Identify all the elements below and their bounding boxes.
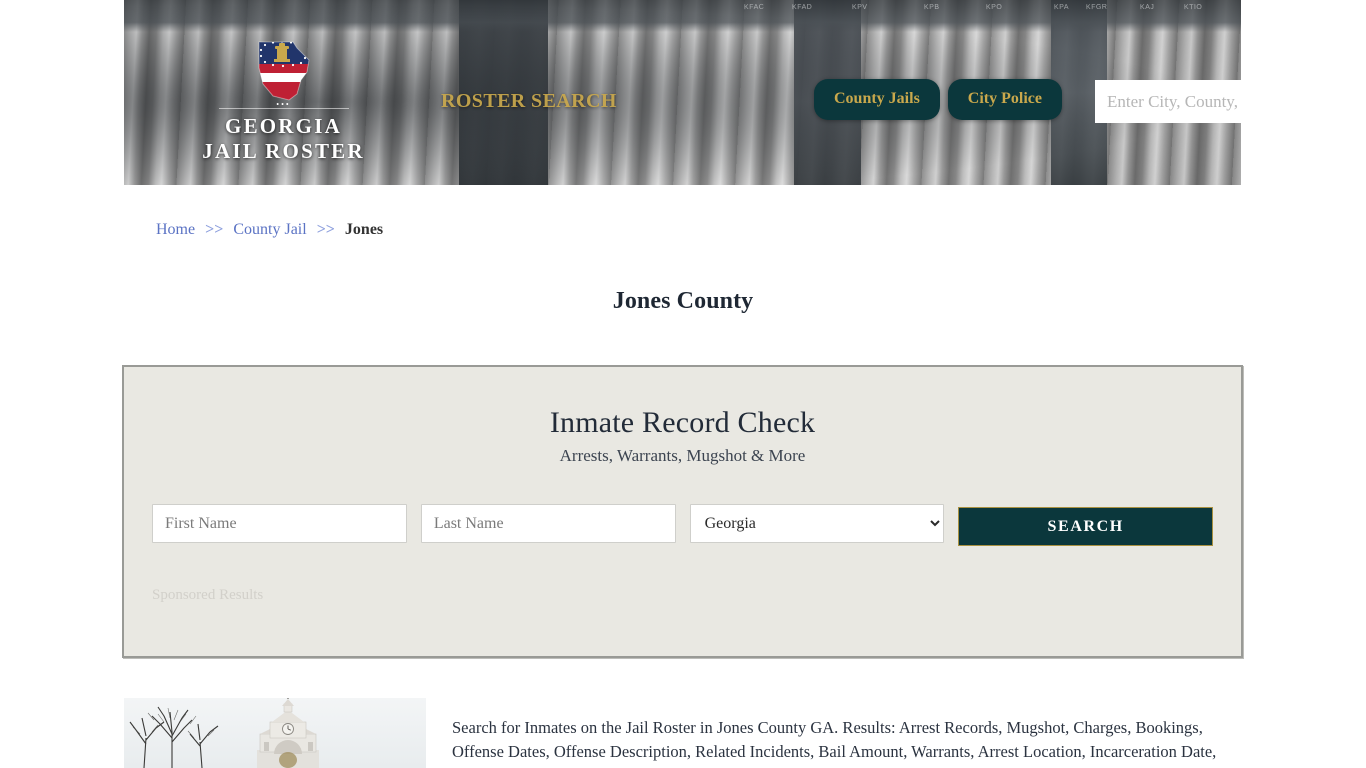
courthouse-illustration [129, 698, 319, 768]
shelf-call-number: KFAC [743, 3, 765, 12]
breadcrumb-separator: >> [205, 221, 224, 238]
header-search-input[interactable] [1095, 80, 1241, 123]
page-description: Search for Inmates on the Jail Roster in… [452, 717, 1217, 768]
shelf-call-number: KPA [1053, 3, 1070, 12]
shelf-call-number: KFGR [1085, 3, 1108, 12]
logo-divider [218, 108, 349, 109]
georgia-state-flag-icon [253, 38, 315, 104]
shelf-call-number: KTIO [1183, 3, 1203, 12]
breadcrumb: Home >> County Jail >> Jones [156, 221, 383, 239]
inmate-search-form: Georgia SEARCH [124, 504, 1241, 546]
site-header: KFAC KFAD KPV KPB KPO KPA KFGR KAJ KTIO [124, 0, 1241, 185]
breadcrumb-item-county-jail[interactable]: County Jail [233, 221, 306, 238]
shelf-call-number: KPO [985, 3, 1003, 12]
nav-item-city-police[interactable]: City Police [947, 79, 1062, 120]
breadcrumb-item-current: Jones [344, 221, 384, 238]
page-root: KFAC KFAD KPV KPB KPO KPA KFGR KAJ KTIO [0, 0, 1366, 768]
shelf-call-number: KPV [851, 3, 868, 12]
shelf-call-number: KAJ [1139, 3, 1155, 12]
logo-line-2: JAIL ROSTER [202, 138, 365, 163]
state-select[interactable]: Georgia [689, 504, 945, 543]
header-search [1095, 80, 1241, 123]
first-name-input[interactable] [152, 504, 407, 543]
courthouse-thumbnail[interactable] [124, 698, 426, 768]
panel-subheading: Arrests, Warrants, Mugshot & More [559, 446, 806, 465]
shelf-call-number: KPB [923, 3, 940, 12]
breadcrumb-separator: >> [316, 221, 335, 238]
logo-line-1: GEORGIA [225, 114, 342, 138]
panel-heading: Inmate Record Check [549, 406, 816, 439]
site-logo[interactable]: GEORGIA JAIL ROSTER [186, 38, 381, 164]
shelf-call-number: KFAD [791, 3, 813, 12]
inmate-record-check-panel: Inmate Record Check Arrests, Warrants, M… [122, 365, 1243, 658]
header-tagline: ROSTER SEARCH [441, 90, 617, 112]
last-name-input[interactable] [420, 504, 676, 543]
primary-nav: County Jails City Police [814, 79, 1062, 120]
page-title: Jones County [612, 288, 754, 315]
nav-item-county-jails[interactable]: County Jails [814, 79, 940, 120]
breadcrumb-item-home[interactable]: Home [156, 221, 195, 238]
inmate-search-button[interactable]: SEARCH [958, 507, 1214, 546]
sponsored-results-label: Sponsored Results [152, 587, 264, 603]
